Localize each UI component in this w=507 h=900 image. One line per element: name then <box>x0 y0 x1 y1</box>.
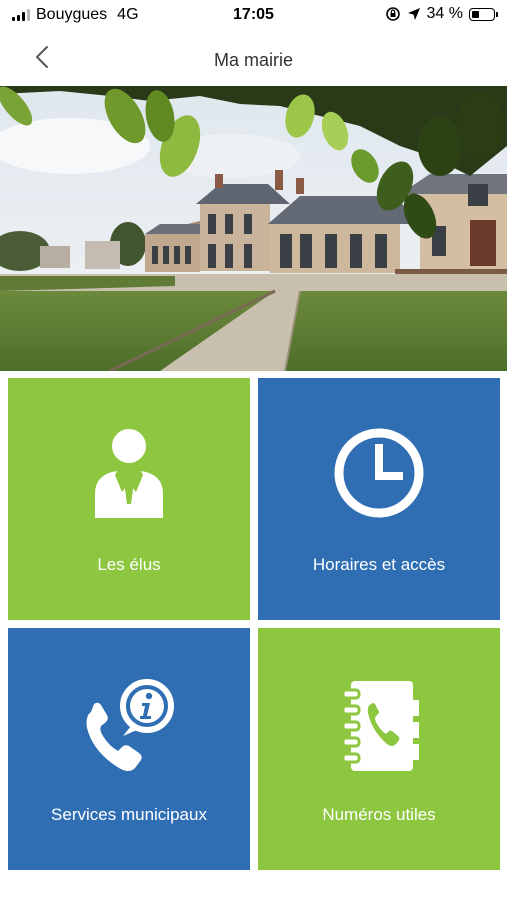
phone-info-icon <box>8 676 250 776</box>
town-hall-photo <box>0 86 507 371</box>
elected-official-icon <box>8 426 250 526</box>
phone-book-icon <box>258 676 500 776</box>
tile-label: Numéros utiles <box>322 805 436 824</box>
tile-label: Horaires et accès <box>312 555 446 574</box>
battery-fill <box>472 10 479 18</box>
status-bar: Bouygues 4G 17:05 34 % <box>0 0 507 32</box>
clock-icon <box>258 426 500 526</box>
tile-label: Les élus <box>97 555 161 574</box>
tile-label: Services municipaux <box>51 805 207 824</box>
navigation-header: Ma mairie <box>0 32 507 86</box>
menu-grid: Les élus Horaires et accès Services muni… <box>8 378 500 870</box>
tile-les-elus[interactable]: Les élus <box>8 378 250 620</box>
tile-numeros-utiles[interactable]: Numéros utiles <box>258 628 500 870</box>
status-bar-right: 34 % <box>385 5 498 23</box>
tile-horaires-et-acces[interactable]: Horaires et accès <box>258 378 500 620</box>
battery-icon <box>469 7 498 21</box>
page-title: Ma mairie <box>213 50 293 70</box>
tile-services-municipaux[interactable]: Services municipaux <box>8 628 250 870</box>
orientation-lock-icon <box>385 7 400 21</box>
battery-percent: 34 % <box>426 5 463 22</box>
location-arrow-icon <box>407 8 420 20</box>
